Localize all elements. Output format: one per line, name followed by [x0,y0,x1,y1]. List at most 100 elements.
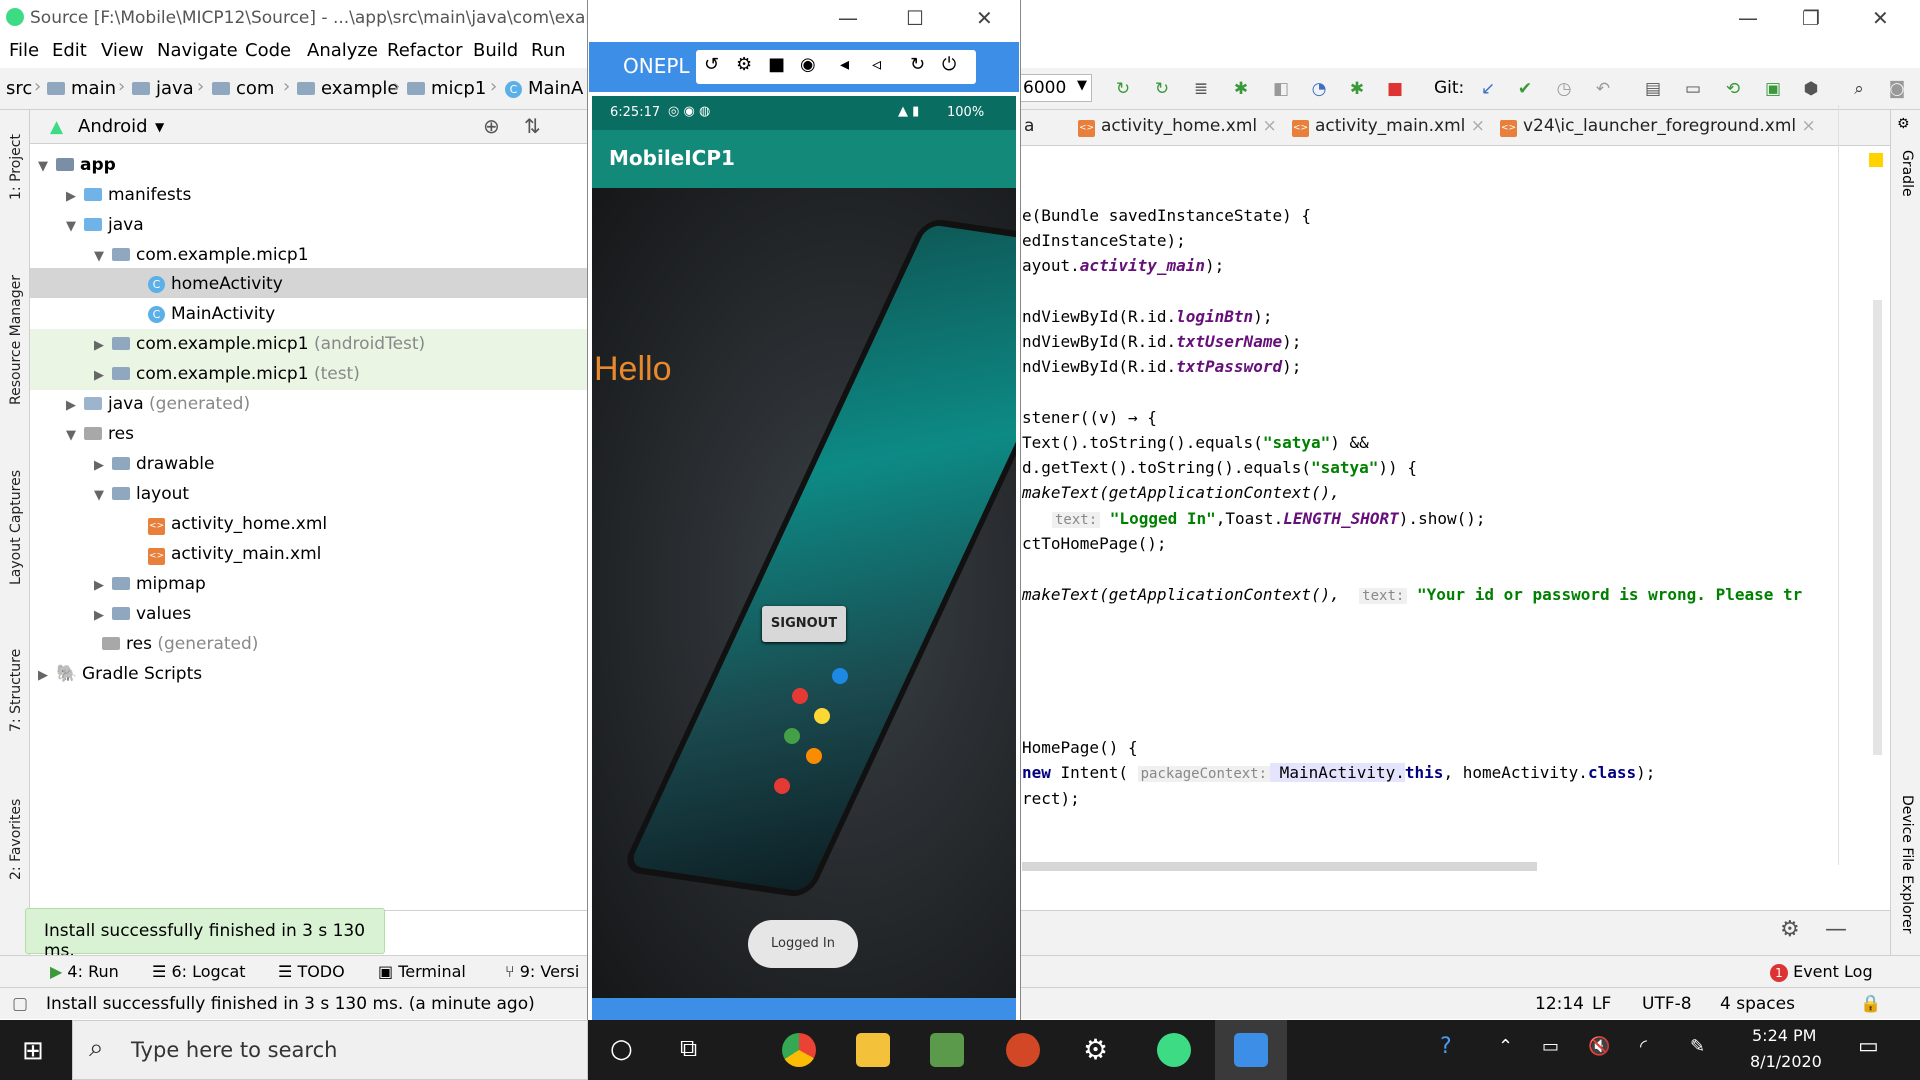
android-studio-taskbar-icon[interactable] [1157,1033,1191,1067]
device-select[interactable]: 6000 ▼ [1020,74,1092,102]
breadcrumb-com[interactable]: com [212,78,274,99]
breadcrumb-mainactivity[interactable]: C MainA [505,78,583,99]
close-tab-icon[interactable]: × [1263,116,1277,136]
apply-changes-icon[interactable]: ↻ [1112,78,1134,100]
tree-item-values[interactable]: ▶ values [94,599,191,629]
powerpoint-icon[interactable] [1006,1033,1040,1067]
tree-item-res[interactable]: ▼ res [66,419,134,449]
menu-navigate[interactable]: Navigate [157,40,238,61]
tree-item-manifests[interactable]: ▶ manifests [66,180,191,210]
breadcrumb-main[interactable]: main [47,78,116,99]
git-rollback-icon[interactable]: ↶ [1592,78,1614,100]
tab-mainactivity[interactable]: a [1024,116,1034,136]
locate-icon[interactable]: ⊕ [483,114,500,138]
git-commit-icon[interactable]: ✔ [1514,78,1536,100]
tray-expand-icon[interactable]: ⌃ [1498,1036,1513,1057]
tool-version-control[interactable]: ⑂ 9: Versi [505,962,579,981]
menu-view[interactable]: View [101,40,144,61]
close-tab-icon[interactable]: × [1471,116,1485,136]
tool-favorites[interactable]: 2: Favorites [8,799,24,880]
wifi-icon[interactable]: ◜ [1640,1036,1647,1057]
attach-process-icon[interactable]: ✱ [1346,78,1368,100]
status-message[interactable]: Install successfully finished in 3 s 130… [46,994,535,1014]
help-icon[interactable]: ? [1440,1034,1452,1059]
tree-item-activity-home-xml[interactable]: <> activity_home.xml [148,509,327,539]
tool-event-log[interactable]: 1 Event Log [1770,962,1873,982]
inspection-status-icon[interactable] [1869,153,1883,167]
tool-gradle[interactable]: Gradle [1899,150,1915,197]
tree-item-res-generated[interactable]: res (generated) [84,629,258,659]
tool-project[interactable]: 1: Project [8,134,24,200]
avd-manager-icon[interactable]: ▭ [1682,78,1704,100]
lock-icon[interactable]: 🔒 [1860,994,1881,1014]
chrome-icon[interactable] [782,1033,816,1067]
tree-item-package[interactable]: ▼ com.example.micp1 [94,240,309,270]
menu-analyze[interactable]: Analyze [307,40,378,61]
tree-item-drawable[interactable]: ▶ drawable [94,449,215,479]
breadcrumb-src[interactable]: src [6,78,32,99]
breadcrumb-example[interactable]: example [297,78,398,99]
tool-terminal[interactable]: ▣ Terminal [378,962,466,981]
signout-button[interactable]: SIGNOUT [762,606,846,642]
menu-run[interactable]: Run [531,40,566,61]
maximize-icon[interactable]: ☐ [906,6,924,30]
menu-refactor[interactable]: Refactor [387,40,463,61]
settings-icon[interactable]: ⚙ [736,54,752,75]
tree-item-homeactivity[interactable]: ChomeActivity [148,269,283,299]
tool-todo[interactable]: ☰ TODO [278,962,345,981]
account-icon[interactable]: ◙ [1886,78,1908,100]
tool-structure[interactable]: 7: Structure [8,649,24,732]
volume-down-icon[interactable]: ◂ [840,54,849,75]
tool-device-file-explorer[interactable]: Device File Explorer [1899,795,1915,934]
gear-icon[interactable]: ⚙ [1780,917,1800,942]
pen-icon[interactable]: ✎ [1690,1036,1705,1057]
cortana-icon[interactable]: ○ [610,1034,633,1064]
menu-file[interactable]: File [9,40,39,61]
tool-run[interactable]: ▶ 4: Run [50,962,119,981]
app-icon[interactable] [930,1033,964,1067]
project-structure-icon[interactable]: ▤ [1642,78,1664,100]
power-icon[interactable]: ⏻ [942,54,956,75]
search-icon[interactable]: ⌕ [1848,78,1870,100]
tab-ic-launcher-foreground[interactable]: <> v24\ic_launcher_foreground.xml × [1500,116,1816,137]
sdk-manager-icon[interactable]: ⬢ [1800,78,1822,100]
git-update-icon[interactable]: ↙ [1477,78,1499,100]
file-explorer-icon[interactable] [856,1033,890,1067]
breadcrumb-java[interactable]: java [132,78,194,99]
tool-logcat[interactable]: ☰ 6: Logcat [152,962,246,981]
refresh-icon[interactable]: ↻ [910,54,925,75]
git-history-icon[interactable]: ◷ [1553,78,1575,100]
task-view-icon[interactable]: ⧉ [680,1034,697,1062]
tree-item-java-generated[interactable]: ▶ java (generated) [66,389,250,419]
menu-edit[interactable]: Edit [52,40,87,61]
close-tab-icon[interactable]: × [1802,116,1816,136]
rotate-icon[interactable]: ↺ [704,54,719,75]
clock-time[interactable]: 5:24 PM [1752,1026,1816,1045]
chevron-down-icon[interactable]: ▼ [155,120,164,134]
debug-icon[interactable]: ✱ [1230,78,1252,100]
record-video-icon[interactable]: ■ [768,54,785,75]
tool-resource-manager[interactable]: Resource Manager [8,275,24,405]
close-icon[interactable]: ✕ [1872,6,1889,30]
profile-icon[interactable]: ◔ [1308,78,1330,100]
coverage-icon[interactable]: ◧ [1270,78,1292,100]
tool-layout-captures[interactable]: Layout Captures [8,470,24,585]
tab-activity-home-xml[interactable]: <> activity_home.xml × [1078,116,1277,137]
clock-date[interactable]: 8/1/2020 [1750,1052,1822,1071]
indent-setting[interactable]: 4 spaces [1720,994,1795,1014]
tree-item-androidtest[interactable]: ▶ com.example.micp1 (androidTest) [94,329,425,359]
minimize-icon[interactable]: — [1738,6,1758,30]
tree-item-mainactivity[interactable]: C MainActivity [148,299,275,329]
tree-item-app[interactable]: ▼ app [38,150,116,180]
minimize-icon[interactable]: — [838,6,858,30]
sync-gradle-icon[interactable]: ⟲ [1722,78,1744,100]
tab-activity-main-xml[interactable]: <> activity_main.xml × [1292,116,1485,137]
tree-item-mipmap[interactable]: ▶ mipmap [94,569,206,599]
tree-item-activity-main-xml[interactable]: <> activity_main.xml [148,539,321,569]
notification-center-icon[interactable]: ▭ [1858,1034,1879,1059]
project-view-select[interactable]: Android [78,116,148,137]
menu-build[interactable]: Build [473,40,518,61]
device-manager-icon[interactable]: ▣ [1762,78,1784,100]
windows-start-icon[interactable]: ⊞ [22,1036,44,1066]
vertical-scrollbar[interactable] [1873,300,1882,755]
